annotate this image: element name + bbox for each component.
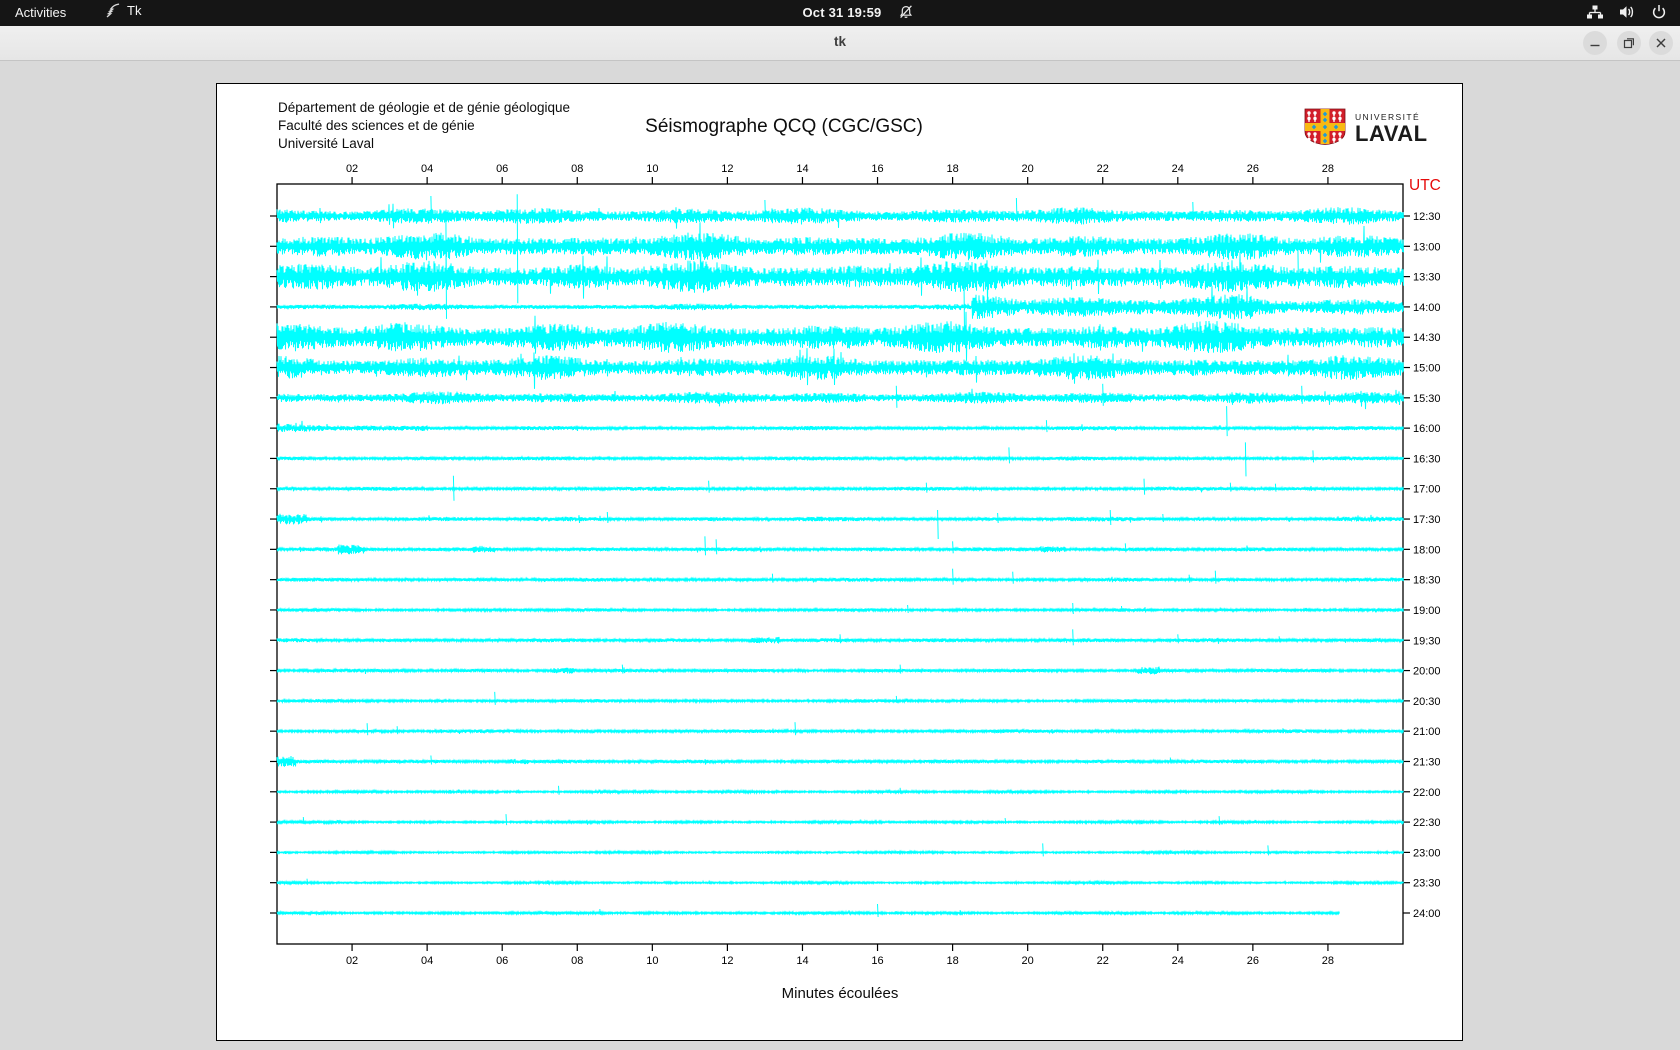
bottom-axis-tick-label: 28: [1322, 955, 1334, 967]
app-indicator[interactable]: Tk: [106, 3, 141, 18]
activities-button[interactable]: Activities: [15, 5, 66, 20]
utc-row-label: 22:00: [1413, 787, 1441, 799]
trace-row-14: [277, 629, 1404, 645]
utc-row-label: 16:00: [1413, 423, 1441, 435]
utc-row-label: 20:00: [1413, 666, 1441, 678]
notifications-muted-icon: [898, 4, 914, 21]
utc-row-label: 15:30: [1413, 393, 1441, 405]
bottom-axis-tick-label: 06: [496, 955, 508, 967]
top-axis-tick-label: 24: [1172, 163, 1184, 175]
trace-row-23: [277, 904, 1340, 917]
top-axis-tick-label: 20: [1022, 163, 1034, 175]
bottom-axis-tick-label: 16: [871, 955, 883, 967]
top-axis-tick-label: 14: [796, 163, 808, 175]
trace-row-13: [277, 603, 1404, 614]
trace-row-11: [277, 536, 1404, 555]
trace-row-16: [277, 692, 1404, 705]
x-axis-title: Minutes écoulées: [590, 985, 1090, 1002]
top-axis-tick-label: 12: [721, 163, 733, 175]
top-axis-tick-label: 04: [421, 163, 433, 175]
close-button[interactable]: [1649, 31, 1673, 55]
trace-row-15: [277, 665, 1404, 675]
utc-row-label: 12:30: [1413, 211, 1441, 223]
utc-row-label: 19:00: [1413, 605, 1441, 617]
top-axis-tick-label: 22: [1097, 163, 1109, 175]
top-axis-tick-label: 10: [646, 163, 658, 175]
utc-row-label: 18:30: [1413, 575, 1441, 587]
window-titlebar[interactable]: tk: [0, 26, 1680, 61]
top-axis-tick-label: 16: [871, 163, 883, 175]
utc-row-label: 22:30: [1413, 817, 1441, 829]
utc-row-label: 13:00: [1413, 241, 1441, 253]
top-axis-tick-label: 26: [1247, 163, 1259, 175]
top-axis-tick-label: 08: [571, 163, 583, 175]
utc-row-label: 20:30: [1413, 696, 1441, 708]
bottom-axis-tick-label: 08: [571, 955, 583, 967]
top-axis-tick-label: 06: [496, 163, 508, 175]
bottom-axis-tick-label: 24: [1172, 955, 1184, 967]
trace-row-21: [277, 843, 1404, 856]
bottom-axis-tick-label: 12: [721, 955, 733, 967]
utc-row-label: 13:30: [1413, 272, 1441, 284]
utc-row-label: 17:00: [1413, 484, 1441, 496]
volume-icon[interactable]: [1618, 3, 1636, 21]
bottom-axis-tick-label: 26: [1247, 955, 1259, 967]
trace-row-12: [277, 569, 1404, 585]
trace-row-17: [277, 722, 1404, 735]
utc-row-label: 14:00: [1413, 302, 1441, 314]
trace-row-18: [277, 756, 1404, 767]
app-indicator-label: Tk: [127, 3, 141, 18]
utc-row-label: 23:30: [1413, 878, 1441, 890]
bottom-axis-tick-label: 02: [346, 955, 358, 967]
utc-row-label: 24:00: [1413, 908, 1441, 920]
power-icon[interactable]: [1650, 3, 1668, 21]
utc-row-label: 19:30: [1413, 635, 1441, 647]
bottom-axis-tick-label: 10: [646, 955, 658, 967]
bottom-axis-tick-label: 18: [946, 955, 958, 967]
minimize-button[interactable]: [1583, 31, 1607, 55]
trace-row-6: [277, 384, 1404, 409]
trace-row-9: [277, 476, 1404, 501]
top-axis-tick-label: 28: [1322, 163, 1334, 175]
trace-row-8: [277, 442, 1404, 476]
tk-feather-icon: [106, 3, 120, 18]
utc-row-label: 17:30: [1413, 514, 1441, 526]
utc-row-label: 21:30: [1413, 756, 1441, 768]
bottom-axis-tick-label: 14: [796, 955, 808, 967]
seismogram-plot: 02 02 04 04 06 06 08 08 10 10 12 12 14 14 16 16 18 18 20 20…: [217, 84, 1462, 1040]
top-axis-tick-label: 18: [946, 163, 958, 175]
maximize-button[interactable]: [1617, 31, 1641, 55]
trace-row-22: [277, 879, 1404, 885]
utc-row-label: 15:00: [1413, 363, 1441, 375]
gnome-top-bar: Activities Tk Oct 31 19:59: [0, 0, 1680, 26]
utc-row-label: 21:00: [1413, 726, 1441, 738]
bottom-axis-tick-label: 20: [1022, 955, 1034, 967]
utc-row-label: 16:30: [1413, 453, 1441, 465]
utc-row-label: 14:30: [1413, 332, 1441, 344]
network-wired-icon[interactable]: [1586, 3, 1604, 21]
trace-row-5: [277, 348, 1404, 389]
trace-row-7: [277, 406, 1404, 436]
top-axis-tick-label: 02: [346, 163, 358, 175]
seismograph-canvas: Département de géologie et de génie géol…: [216, 83, 1463, 1041]
utc-row-label: 18:00: [1413, 544, 1441, 556]
bottom-axis-tick-label: 22: [1097, 955, 1109, 967]
bottom-axis-tick-label: 04: [421, 955, 433, 967]
utc-axis-title: UTC: [1409, 177, 1441, 195]
trace-row-10: [277, 510, 1404, 539]
trace-row-20: [277, 814, 1404, 825]
window-title: tk: [0, 34, 1680, 49]
utc-row-label: 23:00: [1413, 847, 1441, 859]
trace-row-19: [277, 786, 1404, 795]
